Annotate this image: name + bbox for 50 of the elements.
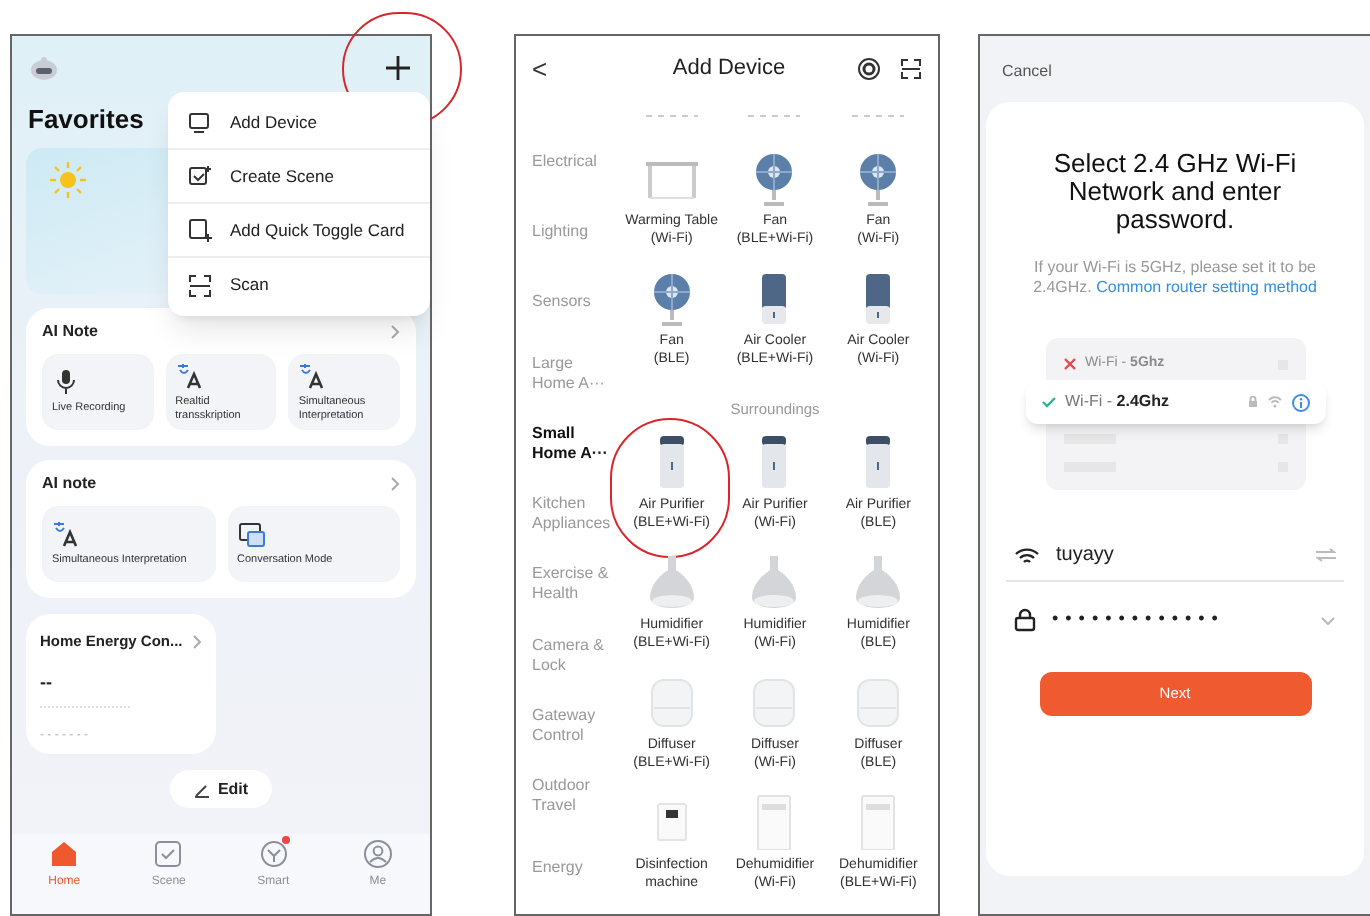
category-tab[interactable]: Small Home A··· bbox=[532, 408, 620, 479]
page-title: Add Device bbox=[670, 54, 788, 85]
pencil-icon bbox=[193, 781, 210, 797]
chevron-down-icon[interactable] bbox=[1320, 615, 1336, 625]
network-name-field[interactable]: tuyayy bbox=[1056, 540, 1300, 570]
swap-icon[interactable] bbox=[1316, 548, 1336, 562]
menu-item[interactable]: Scan bbox=[168, 258, 430, 312]
mic-icon bbox=[52, 368, 80, 396]
scan-icon[interactable] bbox=[900, 58, 922, 80]
card-add-icon bbox=[188, 218, 212, 242]
scene-icon bbox=[188, 164, 212, 188]
edit-button[interactable]: Edit bbox=[169, 770, 273, 808]
menu-item[interactable]: Add Device bbox=[168, 96, 430, 150]
wifi-icon bbox=[1267, 396, 1281, 408]
back-button[interactable]: < bbox=[532, 49, 572, 89]
chat-window-icon bbox=[237, 520, 265, 548]
password-field[interactable]: ••••••••••••• bbox=[1052, 606, 1304, 634]
cancel-button[interactable]: Cancel bbox=[1002, 60, 1052, 84]
profile-icon bbox=[361, 838, 394, 870]
lock-icon bbox=[1014, 608, 1036, 632]
check-icon bbox=[1041, 396, 1055, 408]
card-title: AI Note bbox=[42, 320, 98, 344]
chevron-right-icon[interactable] bbox=[390, 324, 400, 340]
device-icon bbox=[188, 110, 212, 134]
target-icon[interactable] bbox=[858, 58, 880, 80]
network-name: Wi-Fi - 2.4Ghz bbox=[1065, 390, 1171, 414]
chevron-right-icon[interactable] bbox=[390, 476, 400, 492]
translate-icon bbox=[52, 520, 80, 548]
scan-icon bbox=[188, 273, 212, 297]
dialog-title: Select 2.4 GHz Wi-Fi Network and enter password. bbox=[1051, 150, 1299, 234]
lock-icon bbox=[1247, 396, 1257, 408]
card-title: AI note bbox=[42, 472, 97, 496]
menu-item[interactable]: Add Quick Toggle Card bbox=[168, 204, 430, 258]
sun-icon bbox=[50, 162, 86, 198]
chevron-right-icon[interactable] bbox=[192, 633, 202, 650]
translate-icon bbox=[298, 361, 327, 389]
add-icon[interactable] bbox=[384, 54, 412, 82]
hint-text: If your Wi-Fi is 5GHz, please set it to be 2.4GHz. Common router setting method bbox=[1031, 258, 1319, 298]
info-icon bbox=[1291, 393, 1309, 411]
menu-item[interactable]: Create Scene bbox=[168, 150, 430, 204]
checkbox-icon bbox=[152, 838, 185, 870]
smart-icon bbox=[257, 838, 290, 870]
home-icon bbox=[48, 838, 81, 870]
network-row[interactable]: Wi-Fi - 2.4Ghz bbox=[1025, 380, 1325, 424]
close-icon bbox=[1063, 358, 1075, 370]
energy-value: -- bbox=[40, 670, 54, 697]
translate-icon bbox=[175, 361, 204, 389]
wifi-icon bbox=[1014, 545, 1040, 565]
robot-icon bbox=[30, 56, 58, 80]
page-title: Favorites bbox=[28, 102, 144, 138]
